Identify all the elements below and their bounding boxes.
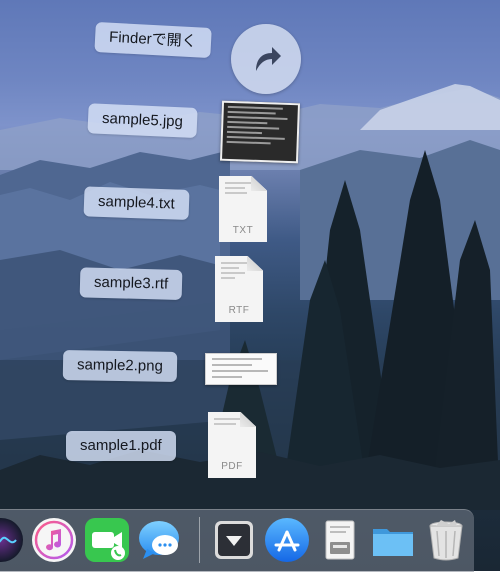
downloads-stack-icon[interactable] [211,517,257,563]
stack-item-label[interactable]: sample3.rtf [79,267,183,300]
file-extension: TXT [232,225,254,236]
app-store-icon[interactable] [264,517,310,563]
terminal-screenshot-icon [219,100,301,164]
stack-item-label[interactable]: sample2.png [62,350,178,382]
itunes-icon[interactable] [31,517,77,563]
open-in-finder-text: Finderで開く [108,28,198,51]
stack-item-thumbnail[interactable] [204,352,278,386]
file-extension: PDF [221,461,243,472]
siri-icon[interactable] [0,517,24,563]
rich-text-document-icon: RTF [215,256,263,322]
stack-item-label[interactable]: sample1.pdf [66,431,176,461]
stack-item-name: sample3.rtf [93,273,169,293]
stack-item-thumbnail[interactable]: PDF [208,412,260,484]
stack-item-thumbnail[interactable] [219,100,301,164]
stack-item-name: sample1.pdf [80,437,162,454]
messages-icon[interactable] [137,517,183,563]
image-thumbnail-icon [205,353,277,385]
stack-item-label[interactable]: sample4.txt [83,186,190,220]
open-in-finder-button[interactable] [231,24,301,94]
trash-icon[interactable] [423,517,469,563]
stack-item-thumbnail[interactable]: RTF [215,256,267,328]
stack-item-name: sample4.txt [97,192,176,213]
stack-item-name: sample2.png [76,356,164,375]
pdf-document-icon: PDF [208,412,256,478]
file-extension: RTF [228,305,250,316]
text-document-icon: TXT [219,176,267,242]
curved-arrow-icon [256,47,281,71]
folder-icon[interactable] [370,517,416,563]
preview-icon[interactable] [317,517,363,563]
dock-separator [199,517,200,563]
open-in-finder-label[interactable]: Finderで開く [94,21,212,58]
stack-item-name: sample5.jpg [101,109,184,131]
stack-item-label[interactable]: sample5.jpg [87,103,198,138]
stack-item-thumbnail[interactable]: TXT [219,176,271,248]
facetime-icon[interactable] [84,517,130,563]
